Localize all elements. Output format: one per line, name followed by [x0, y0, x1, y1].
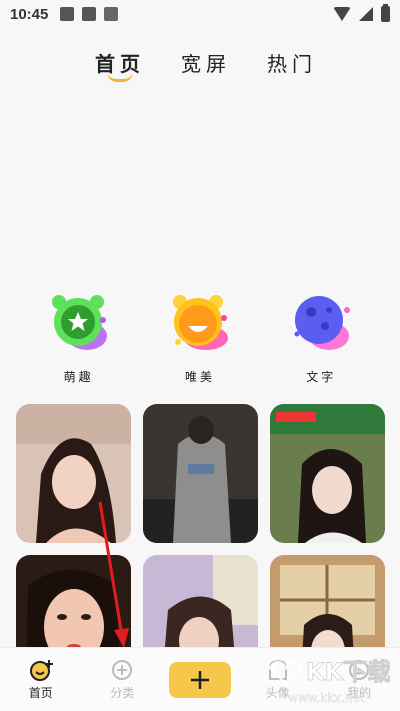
- nav-home[interactable]: 首页: [6, 659, 76, 701]
- top-tabs: 首页 宽屏 热门: [95, 48, 317, 82]
- bottom-nav: 首页 分类 头像 我的: [0, 647, 400, 711]
- wifi-icon: [333, 7, 351, 21]
- text-notification-icon: [82, 7, 97, 21]
- category-row: 萌趣 唯美 文字: [0, 290, 400, 385]
- category-text[interactable]: 文字: [271, 290, 371, 385]
- tab-widescreen[interactable]: 宽屏: [181, 48, 231, 77]
- wallpaper-thumbnail[interactable]: [16, 404, 131, 543]
- nav-home-label: 首页: [28, 685, 53, 700]
- nav-category-label: 分类: [110, 685, 135, 700]
- nav-mine-label: 我的: [347, 685, 372, 700]
- category-icon: [112, 659, 133, 680]
- tab-popular[interactable]: 热门: [267, 48, 317, 77]
- gallery-notification-icon: [60, 7, 75, 21]
- status-bar: 10:45: [0, 0, 400, 28]
- tab-widescreen-label: 宽屏: [181, 52, 231, 76]
- signal-icon: [359, 7, 373, 21]
- wallpaper-thumbnail[interactable]: [143, 404, 258, 543]
- nav-mine[interactable]: 我的: [324, 659, 394, 701]
- status-indicators: [333, 4, 390, 22]
- nav-avatar[interactable]: 头像: [243, 659, 313, 701]
- green-star-monster-icon: [47, 290, 111, 354]
- category-cute[interactable]: 萌趣: [29, 290, 129, 385]
- wallpaper-thumbnail[interactable]: [270, 404, 385, 543]
- status-time: 10:45: [10, 5, 49, 23]
- plus-icon: [190, 670, 209, 689]
- add-button[interactable]: [168, 661, 231, 698]
- home-smile-icon: [29, 659, 53, 681]
- app-notification-icon: [104, 7, 119, 21]
- tab-home[interactable]: 首页: [95, 48, 145, 82]
- nav-avatar-label: 头像: [265, 685, 290, 700]
- active-tab-indicator: [107, 72, 133, 82]
- category-aesthetic-label: 唯美: [184, 370, 215, 384]
- purple-planet-icon: [289, 290, 353, 354]
- orange-bear-icon: [168, 290, 232, 354]
- profile-icon: [349, 659, 370, 680]
- category-aesthetic[interactable]: 唯美: [150, 290, 250, 385]
- category-cute-label: 萌趣: [63, 370, 94, 384]
- tab-popular-label: 热门: [267, 52, 317, 76]
- category-text-label: 文字: [306, 370, 337, 384]
- nav-category[interactable]: 分类: [87, 659, 157, 701]
- avatar-icon: [268, 659, 287, 680]
- battery-icon: [381, 4, 390, 22]
